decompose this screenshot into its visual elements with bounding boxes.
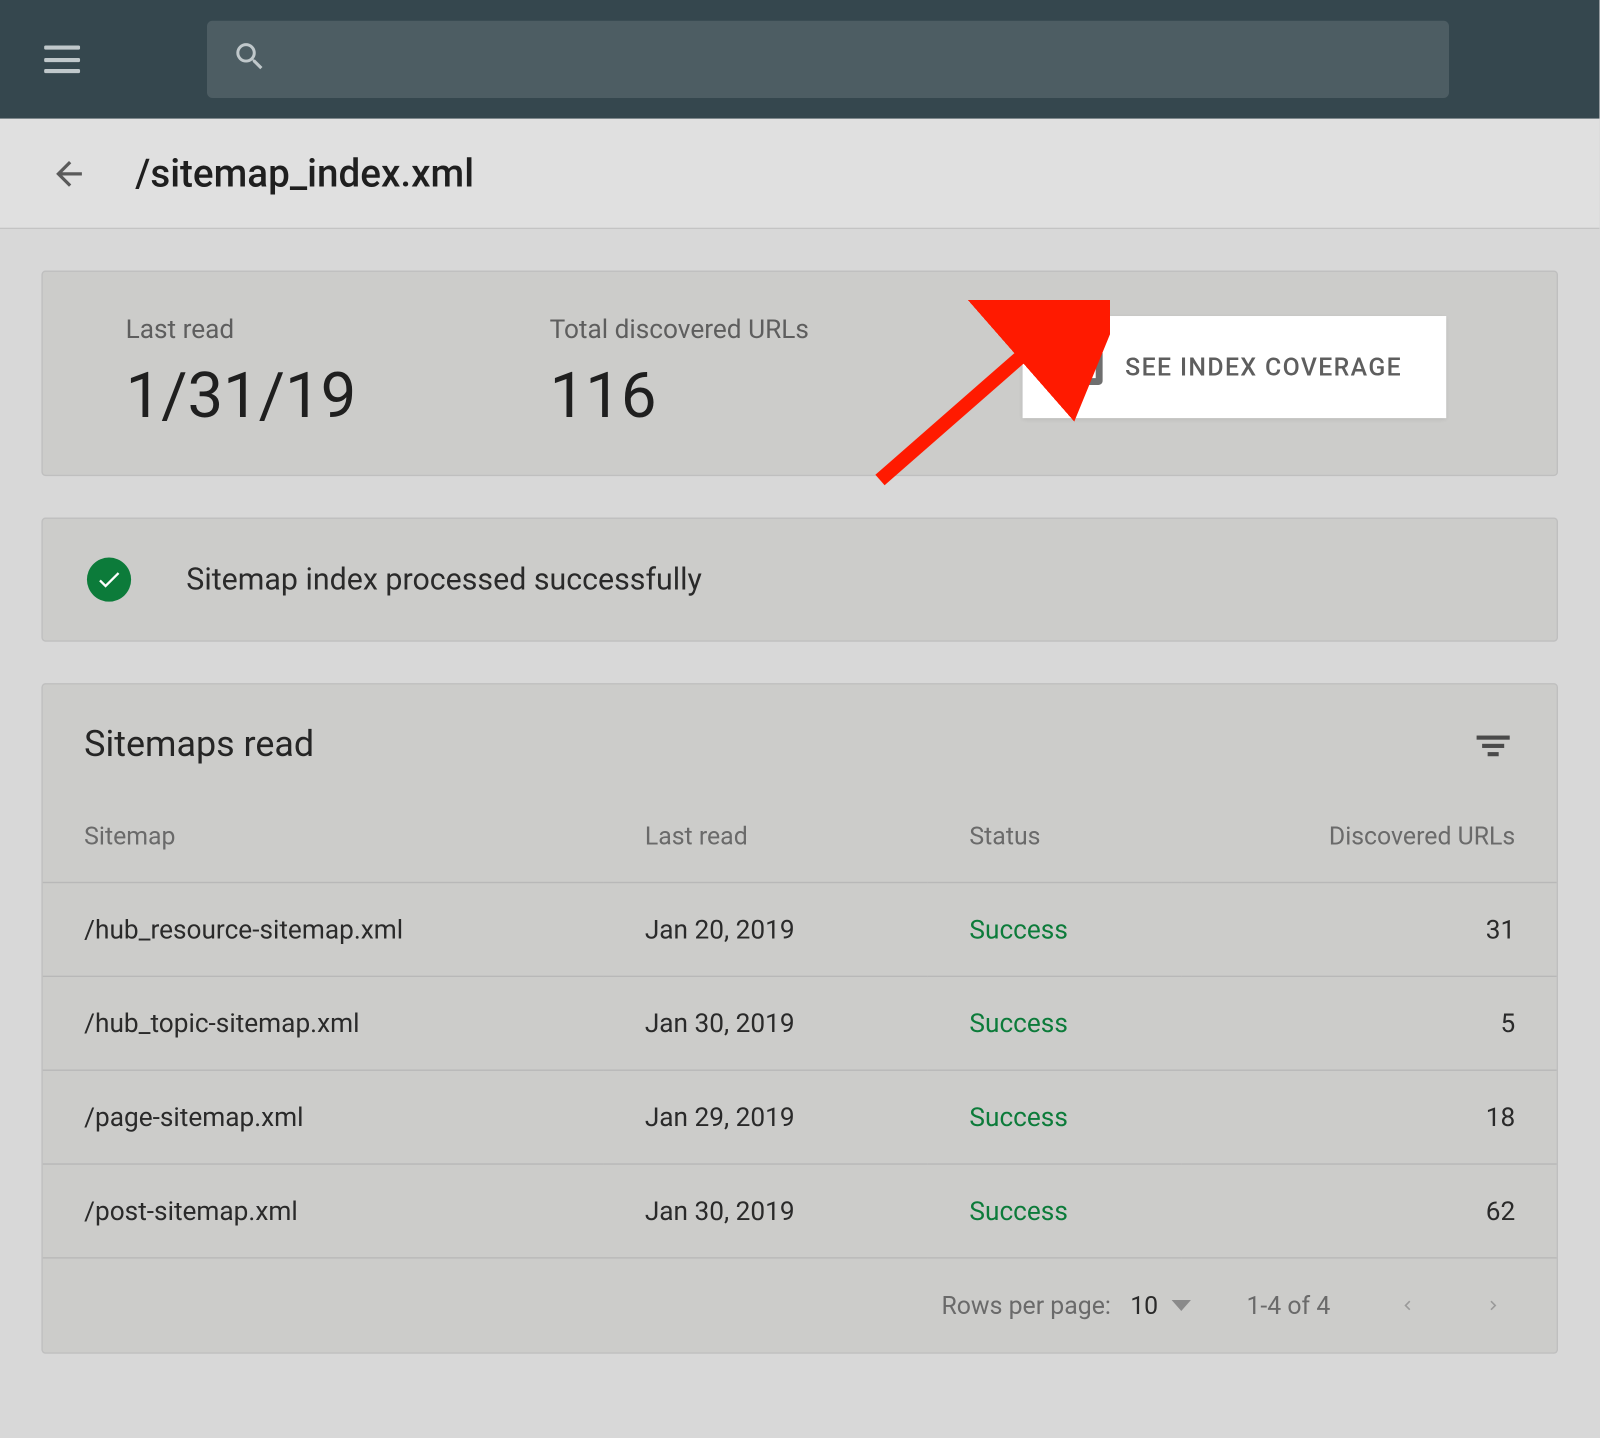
bar-chart-icon: [1067, 349, 1103, 385]
cell-discovered: 5: [1181, 976, 1557, 1070]
pagination-range: 1-4 of 4: [1246, 1291, 1330, 1320]
stat-last-read: Last read 1/31/19: [126, 313, 357, 433]
hamburger-icon: [44, 46, 80, 74]
table-row[interactable]: /page-sitemap.xml Jan 29, 2019 Success 1…: [43, 1070, 1557, 1164]
stat-value: 1/31/19: [126, 359, 357, 434]
stats-card: Last read 1/31/19 Total discovered URLs …: [41, 270, 1558, 476]
sitemaps-table-card: Sitemaps read Sitemap Last read Status D…: [41, 683, 1558, 1354]
search-icon: [232, 39, 268, 80]
arrow-back-icon: [50, 154, 89, 193]
cell-status: Success: [928, 1070, 1181, 1164]
see-index-coverage-button[interactable]: SEE INDEX COVERAGE: [1023, 316, 1446, 418]
table-footer: Rows per page: 10 1-4 of 4: [43, 1259, 1557, 1353]
status-message: Sitemap index processed successfully: [186, 562, 702, 597]
table-row[interactable]: /hub_resource-sitemap.xml Jan 20, 2019 S…: [43, 883, 1557, 977]
cell-discovered: 18: [1181, 1070, 1557, 1164]
menu-button[interactable]: [28, 25, 97, 94]
sitemaps-table: Sitemap Last read Status Discovered URLs…: [43, 792, 1557, 1258]
chevron-left-icon: [1398, 1290, 1417, 1320]
cell-status: Success: [928, 976, 1181, 1070]
cell-sitemap: /hub_topic-sitemap.xml: [43, 976, 604, 1070]
table-row[interactable]: /post-sitemap.xml Jan 30, 2019 Success 6…: [43, 1164, 1557, 1258]
cell-discovered: 31: [1181, 883, 1557, 977]
chevron-right-icon: [1484, 1290, 1503, 1320]
table-row[interactable]: /hub_topic-sitemap.xml Jan 30, 2019 Succ…: [43, 976, 1557, 1070]
back-button[interactable]: [41, 146, 96, 201]
dropdown-icon: [1172, 1300, 1191, 1311]
cell-status: Success: [928, 883, 1181, 977]
cell-sitemap: /hub_resource-sitemap.xml: [43, 883, 604, 977]
col-sitemap[interactable]: Sitemap: [43, 792, 604, 882]
col-discovered[interactable]: Discovered URLs: [1181, 792, 1557, 882]
cell-last-read: Jan 20, 2019: [603, 883, 928, 977]
top-bar: [0, 0, 1599, 119]
stat-label: Total discovered URLs: [550, 313, 809, 345]
rows-per-page-value: 10: [1130, 1291, 1158, 1320]
cell-last-read: Jan 30, 2019: [603, 1164, 928, 1258]
col-status[interactable]: Status: [928, 792, 1181, 882]
page-title: /sitemap_index.xml: [135, 150, 474, 196]
success-check-icon: [87, 558, 131, 602]
cell-last-read: Jan 30, 2019: [603, 976, 928, 1070]
rows-per-page-select[interactable]: 10: [1130, 1291, 1191, 1320]
table-title: Sitemaps read: [84, 725, 314, 766]
stat-label: Last read: [126, 313, 357, 345]
search-input[interactable]: [207, 21, 1449, 98]
prev-page-button[interactable]: [1386, 1283, 1430, 1327]
status-card: Sitemap index processed successfully: [41, 518, 1558, 642]
cell-status: Success: [928, 1164, 1181, 1258]
filter-icon: [1477, 735, 1510, 756]
col-last-read[interactable]: Last read: [603, 792, 928, 882]
rows-per-page-label: Rows per page:: [941, 1291, 1110, 1320]
filter-button[interactable]: [1471, 723, 1515, 767]
stat-value: 116: [550, 359, 809, 434]
coverage-button-label: SEE INDEX COVERAGE: [1125, 353, 1402, 382]
stat-total-urls: Total discovered URLs 116: [550, 313, 809, 433]
cell-sitemap: /post-sitemap.xml: [43, 1164, 604, 1258]
next-page-button[interactable]: [1471, 1283, 1515, 1327]
cell-discovered: 62: [1181, 1164, 1557, 1258]
title-bar: /sitemap_index.xml: [0, 119, 1599, 229]
cell-last-read: Jan 29, 2019: [603, 1070, 928, 1164]
cell-sitemap: /page-sitemap.xml: [43, 1070, 604, 1164]
